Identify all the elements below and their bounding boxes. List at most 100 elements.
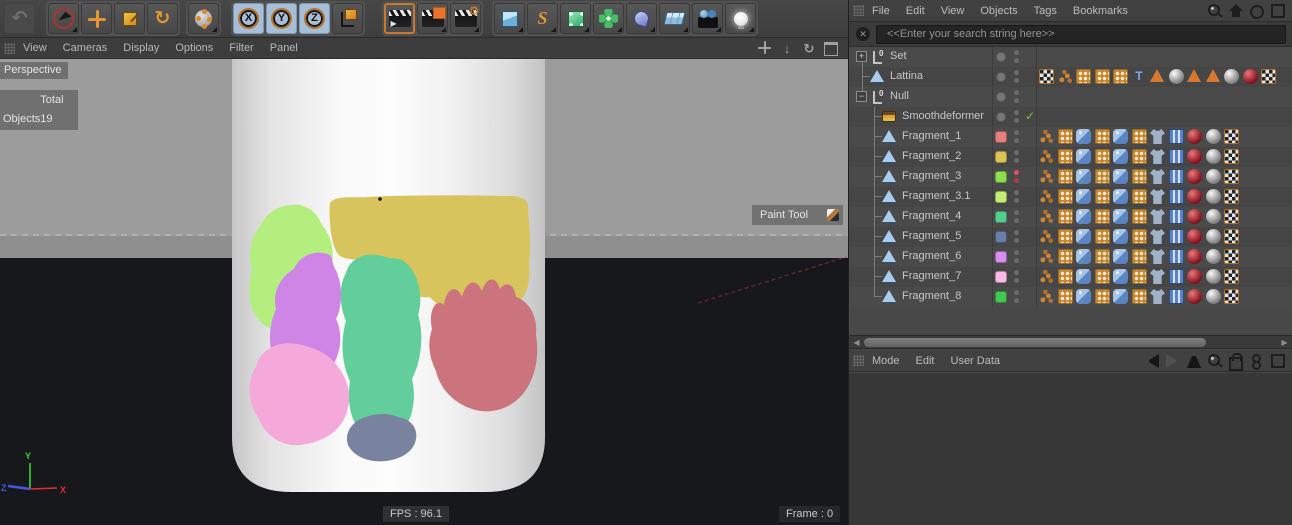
matgray-tag-icon[interactable] xyxy=(1205,269,1221,284)
matred-tag-icon[interactable] xyxy=(1187,169,1202,184)
visibility-dots[interactable] xyxy=(1014,170,1019,183)
cloth-tag-icon[interactable] xyxy=(1150,269,1165,284)
layer-dot[interactable] xyxy=(996,112,1006,122)
python-tag-icon[interactable] xyxy=(1113,209,1128,224)
cloth-tag-icon[interactable] xyxy=(1150,289,1165,304)
viewport-menu-view[interactable]: View xyxy=(23,42,47,54)
sel-tag-icon[interactable] xyxy=(1094,289,1110,304)
matgray-tag-icon[interactable] xyxy=(1205,189,1221,204)
search-icon[interactable] xyxy=(1208,353,1222,368)
visibility-dots[interactable] xyxy=(1014,290,1019,303)
snapshot-icon[interactable] xyxy=(1250,353,1264,370)
matred-tag-icon[interactable] xyxy=(1187,249,1202,264)
cloth-tag-icon[interactable] xyxy=(1150,149,1165,164)
tree-row-fragment_3-1[interactable]: Fragment_3.1 xyxy=(849,187,1292,207)
tree-row-fragment_4[interactable]: Fragment_4 xyxy=(849,207,1292,227)
python-tag-icon[interactable] xyxy=(1076,229,1091,244)
python-tag-icon[interactable] xyxy=(1076,269,1091,284)
add-modeling-object-button[interactable] xyxy=(593,3,624,34)
comp-tag-icon[interactable] xyxy=(1168,249,1184,264)
comp-tag-icon[interactable] xyxy=(1168,169,1184,184)
phong-tag-icon[interactable] xyxy=(1057,69,1073,84)
sel-tag-icon[interactable] xyxy=(1094,229,1110,244)
live-selection-tool-button[interactable] xyxy=(48,3,79,34)
scroll-right-icon[interactable]: ▶ xyxy=(1278,337,1291,347)
display-color-chip[interactable] xyxy=(995,171,1007,183)
layer-dot[interactable] xyxy=(996,92,1006,102)
visibility-dots[interactable] xyxy=(1014,50,1019,63)
matred-tag-icon[interactable] xyxy=(1187,289,1202,304)
sel-tag-icon[interactable] xyxy=(1094,269,1110,284)
python-tag-icon[interactable] xyxy=(1113,169,1128,184)
pan-view-icon[interactable] xyxy=(758,41,772,55)
sel-tag-icon[interactable] xyxy=(1131,189,1147,204)
uvw-tag-icon[interactable] xyxy=(1224,289,1239,304)
history-back-icon[interactable] xyxy=(1145,353,1159,368)
lock-z-axis-button[interactable]: Z xyxy=(299,3,330,34)
matgray-tag-icon[interactable] xyxy=(1205,169,1221,184)
render-settings-button[interactable] xyxy=(450,3,481,34)
filter-eye-icon[interactable] xyxy=(1248,3,1266,21)
display-color-chip[interactable] xyxy=(995,271,1007,283)
visibility-dots[interactable] xyxy=(1014,130,1019,143)
sel-tag-icon[interactable] xyxy=(1076,69,1091,84)
python-tag-icon[interactable] xyxy=(1113,289,1128,304)
layer-dot[interactable] xyxy=(996,72,1006,82)
search-icon[interactable] xyxy=(1208,3,1222,18)
tree-row-fragment_1[interactable]: Fragment_1 xyxy=(849,127,1292,147)
zoom-view-icon[interactable] xyxy=(780,41,794,55)
python-tag-icon[interactable] xyxy=(1113,129,1128,144)
cloth-tag-icon[interactable] xyxy=(1150,229,1165,244)
uvw-tag-icon[interactable] xyxy=(1224,229,1239,244)
sel-tag-icon[interactable] xyxy=(1057,149,1073,164)
python-tag-icon[interactable] xyxy=(1076,289,1091,304)
visibility-dots[interactable] xyxy=(1014,190,1019,203)
edit-mode-button[interactable] xyxy=(188,3,219,34)
history-forward-icon[interactable] xyxy=(1166,353,1180,368)
display-color-chip[interactable] xyxy=(995,251,1007,263)
uvw-tag-icon[interactable] xyxy=(1224,129,1239,144)
display-color-chip[interactable] xyxy=(995,291,1007,303)
python-tag-icon[interactable] xyxy=(1076,189,1091,204)
sel-tag-icon[interactable] xyxy=(1094,209,1110,224)
enabled-checkmark-icon[interactable]: ✓ xyxy=(1025,109,1035,123)
cloth-tag-icon[interactable] xyxy=(1150,189,1165,204)
tree-row-fragment_5[interactable]: Fragment_5 xyxy=(849,227,1292,247)
matred-tag-icon[interactable] xyxy=(1242,69,1258,84)
lock-icon[interactable] xyxy=(1229,352,1243,371)
uvw-tag-icon[interactable] xyxy=(1224,149,1239,164)
visibility-dots[interactable] xyxy=(1014,150,1019,163)
sel-tag-icon[interactable] xyxy=(1131,169,1147,184)
coordinate-system-button[interactable] xyxy=(332,3,363,34)
scale-tool-button[interactable] xyxy=(114,3,145,34)
tree-row-fragment_8[interactable]: Fragment_8 xyxy=(849,287,1292,307)
rotate-view-icon[interactable] xyxy=(802,41,816,55)
display-color-chip[interactable] xyxy=(995,151,1007,163)
lock-y-axis-button[interactable]: Y xyxy=(266,3,297,34)
tree-row-null[interactable]: − Null xyxy=(849,87,1292,107)
viewport-menu-options[interactable]: Options xyxy=(175,42,213,54)
uvw-tag-icon[interactable] xyxy=(1224,189,1239,204)
matgray-tag-icon[interactable] xyxy=(1205,289,1221,304)
visibility-dots[interactable] xyxy=(1014,110,1019,123)
uvw-tag-icon[interactable] xyxy=(1261,69,1276,84)
phong-tag-icon[interactable] xyxy=(1039,149,1054,164)
am-menu-user-data[interactable]: User Data xyxy=(951,355,1001,367)
panel-grip-icon[interactable] xyxy=(4,42,15,54)
matred-tag-icon[interactable] xyxy=(1187,229,1202,244)
viewport-menu-display[interactable]: Display xyxy=(123,42,159,54)
matred-tag-icon[interactable] xyxy=(1187,269,1202,284)
tri-tag-icon[interactable] xyxy=(1150,69,1164,82)
sel-tag-icon[interactable] xyxy=(1131,249,1147,264)
lock-x-axis-button[interactable]: X xyxy=(233,3,264,34)
tri-tag-icon[interactable] xyxy=(1205,69,1220,82)
phong-tag-icon[interactable] xyxy=(1039,249,1054,264)
tree-row-fragment_7[interactable]: Fragment_7 xyxy=(849,267,1292,287)
add-camera-button[interactable] xyxy=(692,3,723,34)
matgray-tag-icon[interactable] xyxy=(1224,69,1239,84)
matgray-tag-icon[interactable] xyxy=(1205,149,1221,164)
sel-tag-icon[interactable] xyxy=(1094,129,1110,144)
matgray-tag-icon[interactable] xyxy=(1205,209,1221,224)
viewport-menu-filter[interactable]: Filter xyxy=(229,42,253,54)
add-primitive-button[interactable] xyxy=(494,3,525,34)
